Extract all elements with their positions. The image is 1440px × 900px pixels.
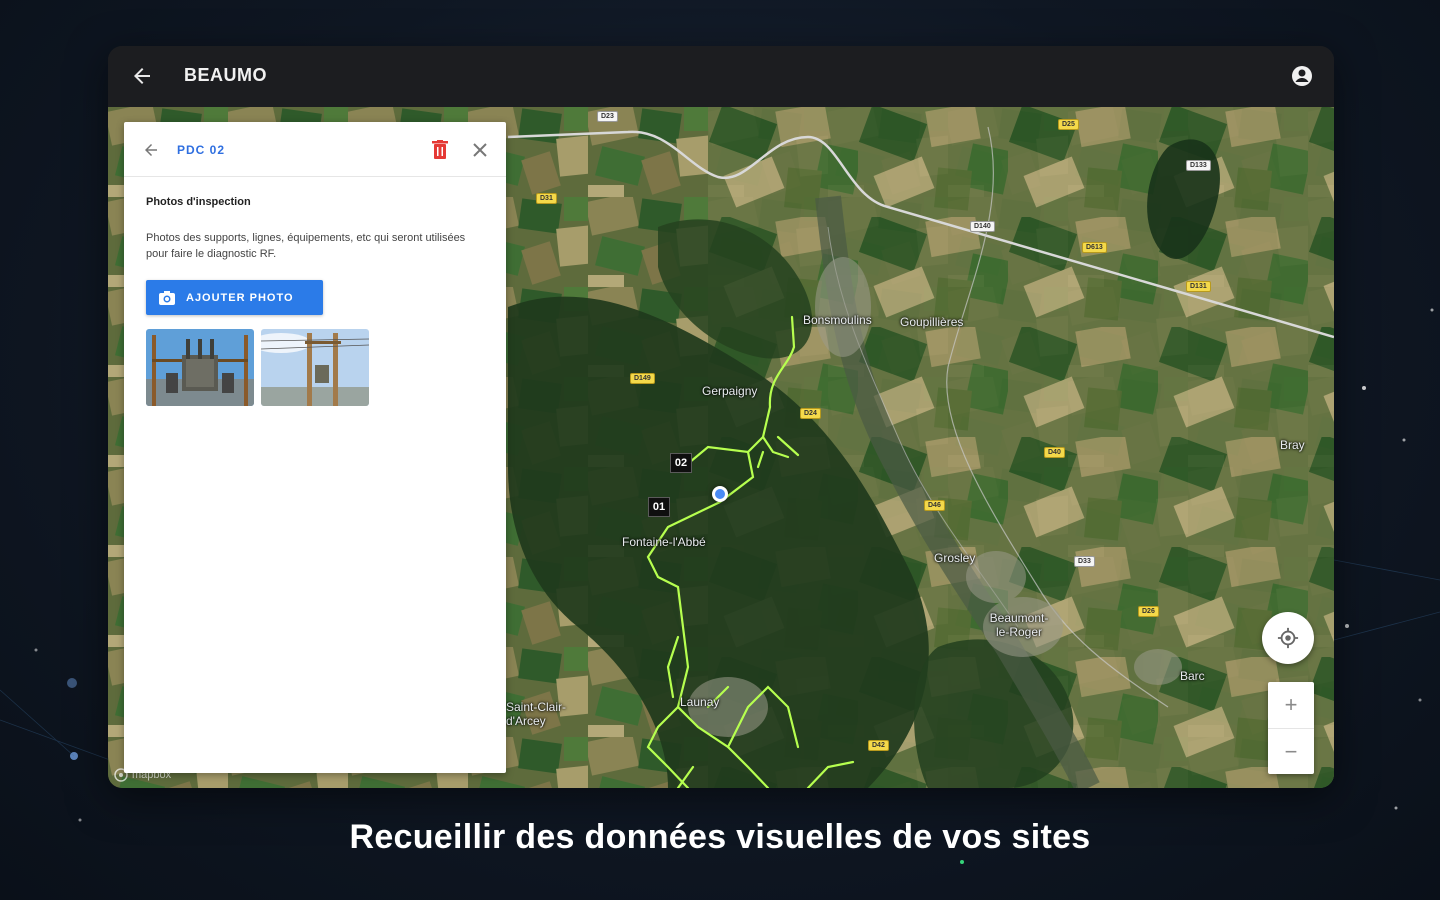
locate-me-button[interactable]	[1262, 612, 1314, 664]
map-label-goupillieres: Goupillières	[900, 315, 964, 329]
zoom-controls: + −	[1268, 682, 1314, 774]
site-marker-02[interactable]: 02	[670, 453, 692, 473]
map-label-launay: Launay	[680, 695, 720, 709]
satellite-map[interactable]: Gerpaigny Fontaine-l'Abbé Beaumont-le-Ro…	[108, 107, 1334, 788]
road-shield: D40	[1044, 447, 1065, 458]
zoom-out-button[interactable]: −	[1268, 728, 1314, 774]
site-marker-01[interactable]: 01	[648, 497, 670, 517]
app-bar: BEAUMO	[108, 46, 1334, 107]
road-shield: D140	[970, 221, 995, 232]
crosshair-icon	[1277, 627, 1299, 649]
close-icon[interactable]	[472, 142, 488, 158]
map-label-fontaine: Fontaine-l'Abbé	[622, 535, 706, 549]
photos-section-title: Photos d'inspection	[146, 196, 251, 208]
delete-icon[interactable]	[432, 140, 448, 160]
photo-thumbnail-pole[interactable]	[261, 329, 369, 406]
app-title: BEAUMO	[184, 65, 267, 85]
road-shield: D26	[1138, 606, 1159, 617]
photo-thumbnail-transformer[interactable]	[146, 329, 254, 406]
map-label-barc: Barc	[1180, 669, 1205, 683]
site-detail-panel: PDC 02 Photos d'inspection Photos des su…	[124, 122, 506, 773]
add-photo-label: AJOUTER PHOTO	[186, 291, 294, 304]
road-shield: D46	[924, 500, 945, 511]
map-label-bray: Bray	[1280, 438, 1305, 452]
road-shield: D133	[1186, 160, 1211, 171]
current-location-dot	[712, 486, 728, 502]
map-label-bonsmoulins: Bonsmoulins	[803, 313, 872, 327]
road-shield: D613	[1082, 242, 1107, 253]
account-icon[interactable]	[1290, 64, 1314, 88]
map-label-gerpaigny: Gerpaigny	[702, 384, 758, 398]
camera-icon	[159, 290, 175, 305]
promo-caption: Recueillir des données visuelles de vos …	[349, 818, 1091, 856]
road-shield: D33	[1074, 556, 1095, 567]
road-shield: D42	[868, 740, 889, 751]
road-shield: D24	[800, 408, 821, 419]
app-window: BEAUMO Gerpaigny Fontaine-l'Abbé Beaumon…	[108, 46, 1334, 788]
map-label-beaumont: Beaumont-le-Roger	[989, 611, 1049, 639]
road-shield: D149	[630, 373, 655, 384]
photos-section-description: Photos des supports, lignes, équipements…	[146, 232, 466, 260]
road-shield: D25	[1058, 119, 1079, 130]
road-shield: D23	[597, 111, 618, 122]
map-label-saint-clair: Saint-Clair-d'Arcey	[506, 700, 567, 728]
transformer-photo	[146, 329, 254, 406]
back-arrow-icon[interactable]	[130, 64, 154, 88]
panel-header: PDC 02	[124, 122, 506, 177]
panel-title: PDC 02	[177, 143, 226, 157]
map-label-grosley: Grosley	[934, 551, 976, 565]
road-shield: D131	[1186, 281, 1211, 292]
road-shield: D31	[536, 193, 557, 204]
panel-back-arrow-icon[interactable]	[142, 141, 160, 159]
add-photo-button[interactable]: AJOUTER PHOTO	[146, 280, 323, 315]
pole-transformer-photo	[261, 329, 369, 406]
zoom-in-button[interactable]: +	[1268, 682, 1314, 728]
